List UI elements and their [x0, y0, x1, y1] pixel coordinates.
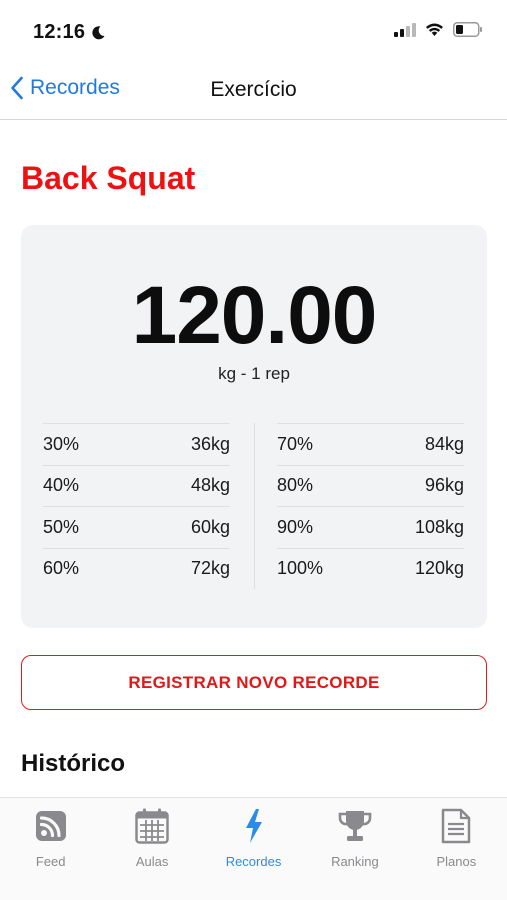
- history-heading: Histórico: [21, 750, 126, 777]
- tab-ranking-label: Ranking: [331, 854, 379, 869]
- percentage-weight: 84kg: [424, 433, 464, 454]
- percentage-weight: 60kg: [190, 516, 230, 537]
- percentage-column-left: 30% 36kg 40% 48kg 50% 60kg 60% 72kg: [43, 423, 230, 589]
- percentage-column-right: 70% 84kg 80% 96kg 90% 108kg 100% 120kg: [277, 423, 464, 589]
- record-card: 120.00 kg - 1 rep 30% 36kg 40% 48kg 50% …: [21, 225, 487, 628]
- feed-icon: [35, 807, 67, 845]
- exercise-title: Back Squat: [21, 160, 196, 196]
- status-time: 12:16: [33, 21, 106, 44]
- tab-aulas[interactable]: Aulas: [101, 798, 202, 900]
- tab-recordes-label: Recordes: [225, 854, 282, 869]
- status-indicators: [394, 22, 483, 37]
- percentage-weight: 72kg: [190, 558, 230, 579]
- calendar-icon: [135, 807, 169, 845]
- percentage-row: 90% 108kg: [277, 506, 464, 548]
- percentage-weight: 120kg: [414, 558, 464, 579]
- moon-icon: [92, 25, 105, 39]
- percentage-label: 60%: [43, 558, 80, 579]
- wifi-icon: [426, 23, 443, 36]
- tab-planos[interactable]: Planos: [406, 798, 507, 900]
- record-unit: kg - 1 rep: [218, 364, 290, 383]
- percentage-label: 70%: [277, 433, 314, 454]
- status-bar: 12:16: [0, 0, 507, 62]
- percentage-weight: 48kg: [190, 475, 230, 496]
- percentage-row: 100% 120kg: [277, 547, 464, 590]
- tab-planos-label: Planos: [436, 854, 477, 869]
- percentage-row: 60% 72kg: [43, 547, 230, 590]
- record-value: 120.00: [131, 270, 378, 361]
- percentage-row: 80% 96kg: [277, 464, 464, 507]
- percentage-row: 30% 36kg: [43, 423, 230, 465]
- percentage-label: 50%: [43, 516, 80, 537]
- document-icon: [441, 807, 471, 845]
- percentage-weight: 108kg: [414, 516, 464, 537]
- percentage-label: 100%: [277, 558, 324, 579]
- bolt-icon: [243, 807, 265, 845]
- cellular-signal-icon: [394, 22, 416, 37]
- percentage-label: 90%: [277, 516, 314, 537]
- tab-bar: Feed Aulas Recordes Ranking Planos: [0, 797, 507, 900]
- page-title: Exercício: [210, 78, 297, 101]
- percentage-weight: 96kg: [424, 475, 464, 496]
- percentage-label: 30%: [43, 433, 80, 454]
- percentage-row: 40% 48kg: [43, 464, 230, 507]
- percentage-label: 80%: [277, 475, 314, 496]
- register-new-record-button[interactable]: REGISTRAR NOVO RECORDE: [21, 655, 487, 710]
- percentage-label: 40%: [43, 475, 80, 496]
- tab-recordes[interactable]: Recordes: [203, 798, 304, 900]
- tab-ranking[interactable]: Ranking: [304, 798, 405, 900]
- tab-aulas-label: Aulas: [135, 854, 169, 869]
- percentage-row: 70% 84kg: [277, 423, 464, 465]
- percentage-weight: 36kg: [190, 433, 230, 454]
- status-time-text: 12:16: [33, 21, 86, 43]
- tab-feed-label: Feed: [35, 854, 66, 869]
- battery-icon: [453, 22, 482, 37]
- tab-feed[interactable]: Feed: [0, 798, 101, 900]
- column-divider: [254, 423, 255, 589]
- percentage-row: 50% 60kg: [43, 506, 230, 548]
- navigation-bar: Recordes Exercício: [0, 62, 507, 120]
- trophy-icon: [337, 807, 373, 845]
